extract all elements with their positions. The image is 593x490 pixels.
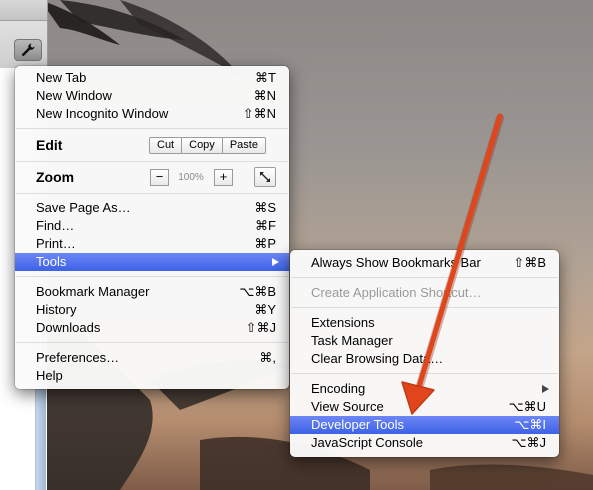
zoom-label: Zoom xyxy=(36,169,75,185)
menu-item-downloads[interactable]: Downloads ⇧⌘J xyxy=(15,319,289,337)
browser-toolbar xyxy=(0,0,48,68)
menu-separator xyxy=(16,276,288,277)
zoom-in-button[interactable]: + xyxy=(214,169,233,186)
menu-item-shortcut: ⇧⌘B xyxy=(513,255,546,270)
fullscreen-button[interactable] xyxy=(254,167,276,187)
chevron-right-icon xyxy=(272,258,279,266)
menu-item-label: Developer Tools xyxy=(311,417,404,432)
menu-item-label: Encoding xyxy=(311,381,366,396)
menu-item-label: Always Show Bookmarks Bar xyxy=(311,255,481,270)
menu-item-label: Preferences… xyxy=(36,350,120,365)
menu-separator xyxy=(291,307,558,308)
menu-item-developer-tools[interactable]: Developer Tools ⌥⌘I xyxy=(290,416,559,434)
menu-item-label: JavaScript Console xyxy=(311,435,423,450)
menu-item-view-source[interactable]: View Source ⌥⌘U xyxy=(290,398,559,416)
menu-item-label: Bookmark Manager xyxy=(36,284,150,299)
menu-item-extensions[interactable]: Extensions xyxy=(290,314,559,332)
menu-item-label: Tools xyxy=(36,254,67,269)
menu-item-shortcut: ⇧⌘N xyxy=(242,106,276,121)
menu-separator xyxy=(291,277,558,278)
menu-item-shortcut: ⇧⌘J xyxy=(245,320,276,335)
chevron-right-icon xyxy=(542,385,549,393)
menu-item-task-manager[interactable]: Task Manager xyxy=(290,332,559,350)
menu-item-save-page-as[interactable]: Save Page As… ⌘S xyxy=(15,199,289,217)
menu-item-shortcut: ⌥⌘J xyxy=(511,435,546,450)
menu-item-shortcut: ⌥⌘B xyxy=(239,284,276,299)
menu-item-label: Create Application Shortcut… xyxy=(311,285,482,300)
edit-label: Edit xyxy=(36,137,63,153)
menu-item-label: Print… xyxy=(36,236,76,251)
tab-strip xyxy=(0,0,47,21)
menu-separator xyxy=(16,128,288,129)
menu-item-shortcut: ⌘P xyxy=(254,236,276,251)
wrench-menu-button[interactable] xyxy=(14,39,42,61)
cut-button[interactable]: Cut xyxy=(150,138,183,153)
menu-item-find[interactable]: Find… ⌘F xyxy=(15,217,289,235)
tools-submenu: Always Show Bookmarks Bar ⇧⌘B Create App… xyxy=(290,250,559,457)
menu-item-shortcut: ⌥⌘I xyxy=(514,417,546,432)
menu-item-label: Help xyxy=(36,368,63,383)
menu-item-preferences[interactable]: Preferences… ⌘, xyxy=(15,349,289,367)
menu-item-help[interactable]: Help xyxy=(15,367,289,385)
menu-item-label: Clear Browsing Data… xyxy=(311,351,444,366)
menu-separator xyxy=(16,193,288,194)
menu-item-new-incognito-window[interactable]: New Incognito Window ⇧⌘N xyxy=(15,105,289,123)
fullscreen-icon xyxy=(260,172,270,182)
menu-item-label: Extensions xyxy=(311,315,375,330)
menu-item-print[interactable]: Print… ⌘P xyxy=(15,235,289,253)
menu-item-shortcut: ⌘, xyxy=(259,350,276,365)
menu-item-shortcut: ⌘T xyxy=(255,70,276,85)
menu-item-javascript-console[interactable]: JavaScript Console ⌥⌘J xyxy=(290,434,559,452)
menu-item-new-tab[interactable]: New Tab ⌘T xyxy=(15,69,289,87)
paste-button[interactable]: Paste xyxy=(223,138,265,153)
menu-item-shortcut: ⌘F xyxy=(255,218,276,233)
menu-item-encoding[interactable]: Encoding xyxy=(290,380,559,398)
menu-item-new-window[interactable]: New Window ⌘N xyxy=(15,87,289,105)
menu-item-label: Save Page As… xyxy=(36,200,131,215)
menu-item-label: View Source xyxy=(311,399,384,414)
menu-separator xyxy=(16,161,288,162)
menu-item-label: Task Manager xyxy=(311,333,393,348)
menu-item-label: Find… xyxy=(36,218,75,233)
menu-separator xyxy=(291,373,558,374)
menu-item-label: New Tab xyxy=(36,70,87,85)
menu-item-tools[interactable]: Tools xyxy=(15,253,289,271)
zoom-out-button[interactable]: − xyxy=(150,169,169,186)
menu-separator xyxy=(16,342,288,343)
menu-item-history[interactable]: History ⌘Y xyxy=(15,301,289,319)
menu-item-clear-browsing-data[interactable]: Clear Browsing Data… xyxy=(290,350,559,368)
wrench-menu: New Tab ⌘T New Window ⌘N New Incognito W… xyxy=(15,66,289,389)
menu-item-always-show-bookmarks-bar[interactable]: Always Show Bookmarks Bar ⇧⌘B xyxy=(290,254,559,272)
menu-item-shortcut: ⌘N xyxy=(253,88,276,103)
edit-buttons: Cut Copy Paste xyxy=(149,137,266,154)
menu-item-label: History xyxy=(36,302,77,317)
menu-item-bookmark-manager[interactable]: Bookmark Manager ⌥⌘B xyxy=(15,283,289,301)
menu-item-create-application-shortcut: Create Application Shortcut… xyxy=(290,284,559,302)
menu-item-label: Downloads xyxy=(36,320,101,335)
menu-item-shortcut: ⌘S xyxy=(254,200,276,215)
menu-item-shortcut: ⌘Y xyxy=(254,302,276,317)
wrench-icon xyxy=(21,43,35,57)
menu-item-label: New Incognito Window xyxy=(36,106,169,121)
zoom-level: 100% xyxy=(178,172,204,183)
menu-item-shortcut: ⌥⌘U xyxy=(508,399,546,414)
menu-item-label: New Window xyxy=(36,88,112,103)
copy-button[interactable]: Copy xyxy=(182,138,223,153)
